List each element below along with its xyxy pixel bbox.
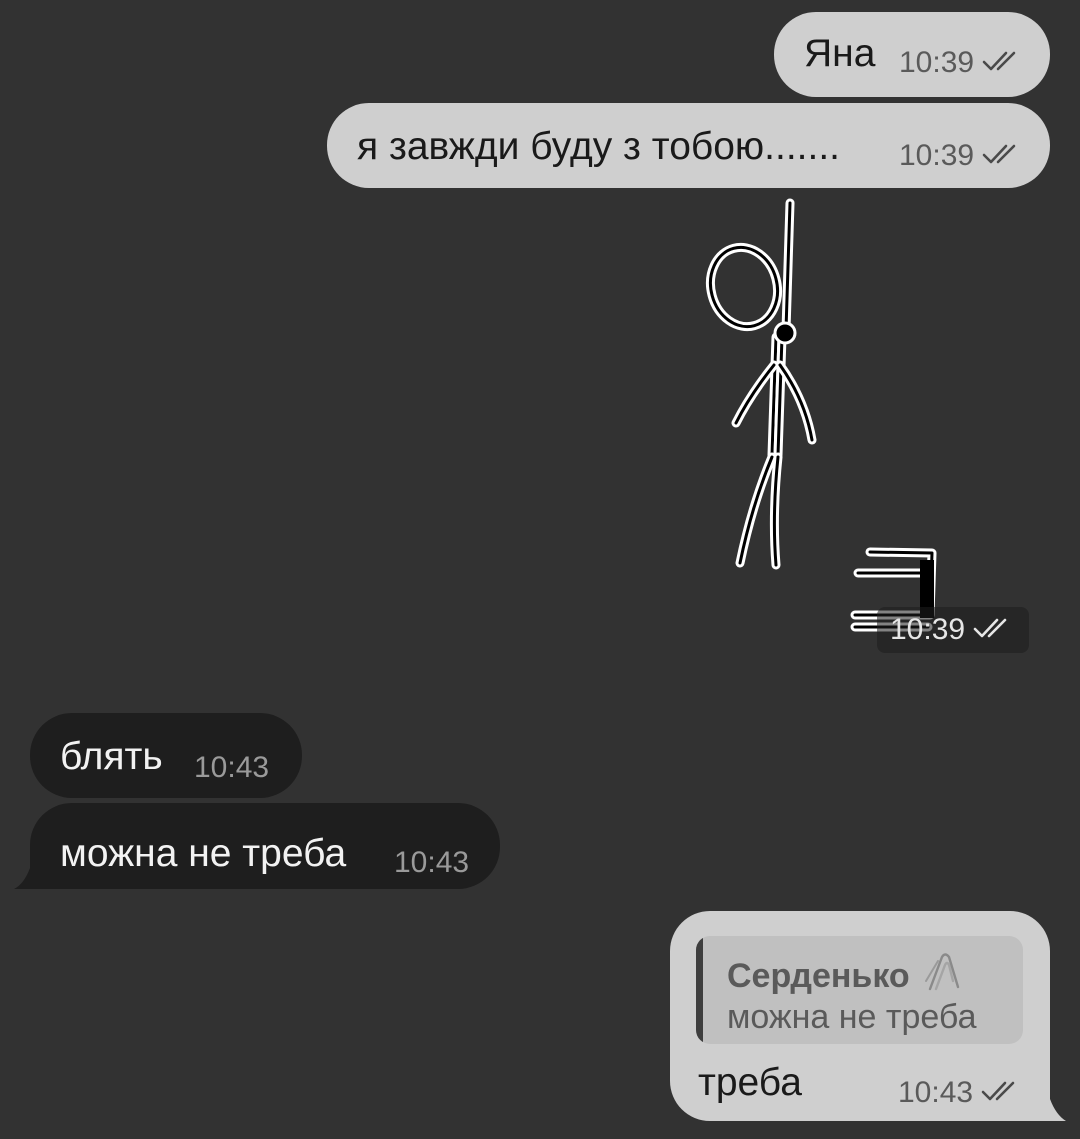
incoming-bubble-tail xyxy=(14,868,30,889)
message-time: 10:43 xyxy=(898,1076,974,1109)
message-meta: 10:43 xyxy=(898,1078,1021,1108)
reply-sender-name: Серденько xyxy=(727,957,910,995)
double-check-icon xyxy=(981,1079,1021,1108)
incoming-message-bubble[interactable]: блять 10:43 xyxy=(30,713,302,798)
outgoing-message-bubble[interactable]: я завжди буду з тобою....... 10:39 xyxy=(327,103,1050,188)
message-text: треба xyxy=(698,1061,802,1104)
double-check-icon xyxy=(973,616,1013,645)
reply-sender: Серденько xyxy=(727,951,964,1002)
message-time: 10:39 xyxy=(899,46,975,79)
double-check-icon xyxy=(982,49,1022,78)
message-meta: 10:43 xyxy=(394,848,469,878)
reply-text: можна не треба xyxy=(727,998,977,1036)
message-time: 10:43 xyxy=(394,846,470,879)
outgoing-bubble-tail xyxy=(1050,1099,1066,1121)
message-text: Яна xyxy=(804,32,876,75)
double-check-icon xyxy=(982,142,1022,171)
sticker-hanging-stick-figure[interactable] xyxy=(690,195,970,655)
message-text: блять xyxy=(60,735,163,778)
message-meta: 10:43 xyxy=(194,753,269,783)
message-text: я завжди буду з тобою....... xyxy=(357,125,841,168)
reply-accent-bar xyxy=(696,936,703,1044)
reply-preview[interactable]: Серденько можна не треба xyxy=(696,936,1023,1044)
message-meta: 10:39 xyxy=(899,141,1022,171)
message-time: 10:39 xyxy=(899,139,975,172)
message-text: можна не треба xyxy=(60,832,347,875)
outgoing-message-bubble[interactable]: Серденько можна не треба треба 10:43 xyxy=(670,911,1050,1121)
message-time: 10:39 xyxy=(890,613,966,646)
incoming-message-bubble[interactable]: можна не треба 10:43 xyxy=(30,803,500,889)
paperclips-icon xyxy=(920,951,964,1002)
sticker-meta: 10:39 xyxy=(877,607,1029,653)
outgoing-message-bubble[interactable]: Яна 10:39 xyxy=(774,12,1050,97)
chat-message-list[interactable]: Яна 10:39 я завжди буду з тобою....... 1… xyxy=(0,0,1080,1139)
message-time: 10:43 xyxy=(194,751,270,784)
message-meta: 10:39 xyxy=(899,48,1022,78)
